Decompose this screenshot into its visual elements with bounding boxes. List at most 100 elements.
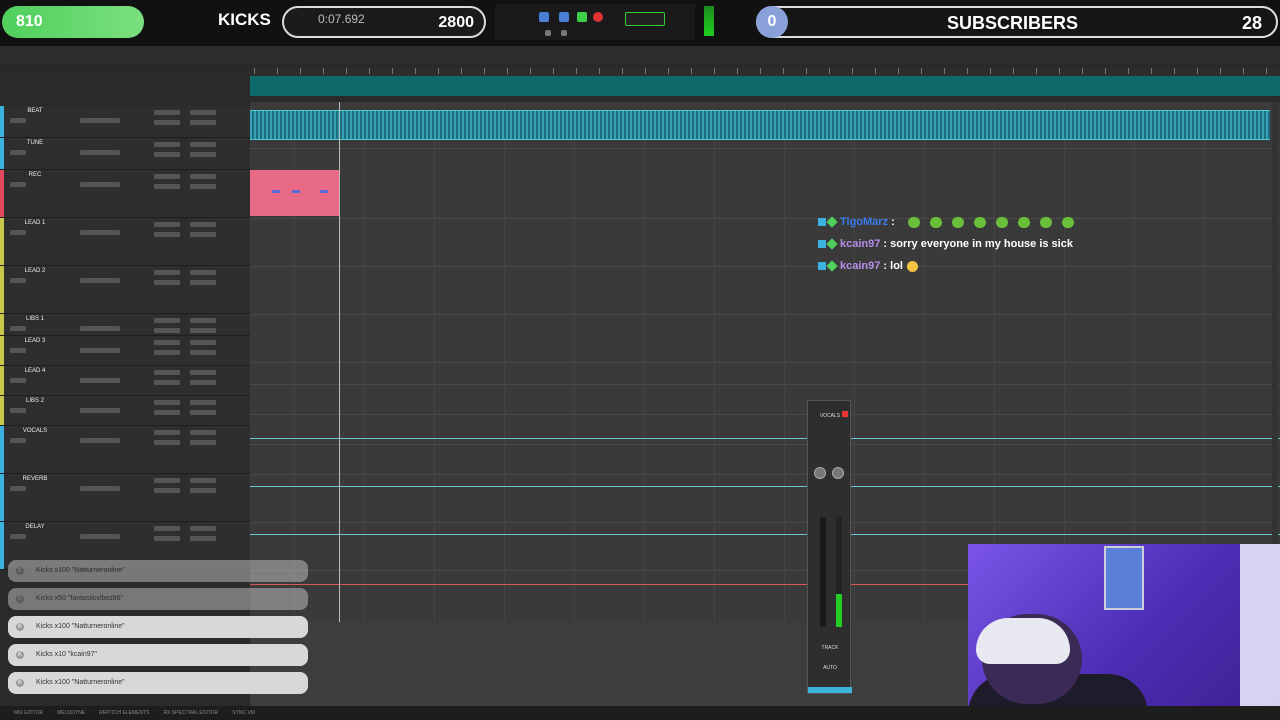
insert-slot[interactable] (10, 534, 26, 539)
insert-slot[interactable] (190, 222, 216, 227)
bottom-bar-item[interactable]: MIX EDITOR (14, 710, 43, 716)
insert-slot[interactable] (154, 340, 180, 345)
insert-slot[interactable] (154, 318, 180, 323)
insert-slot[interactable] (190, 174, 216, 179)
insert-slot[interactable] (190, 400, 216, 405)
loop-icon[interactable] (539, 12, 549, 22)
insert-slot[interactable] (80, 378, 120, 383)
insert-slot[interactable] (154, 280, 180, 285)
insert-slot[interactable] (10, 408, 26, 413)
insert-slot[interactable] (190, 410, 216, 415)
rec-audio-clip[interactable] (250, 170, 340, 216)
insert-slot[interactable] (190, 488, 216, 493)
insert-slot[interactable] (10, 438, 26, 443)
insert-slot[interactable] (80, 118, 120, 123)
stop-icon[interactable] (559, 12, 569, 22)
insert-slot[interactable] (154, 350, 180, 355)
insert-slot[interactable] (80, 278, 120, 283)
insert-slot[interactable] (190, 536, 216, 541)
insert-slot[interactable] (10, 378, 26, 383)
insert-slot[interactable] (190, 280, 216, 285)
floating-channel-strip[interactable]: VOCALS TRACK AUTO (807, 400, 852, 694)
insert-slot[interactable] (154, 328, 180, 333)
insert-slot[interactable] (154, 440, 180, 445)
insert-slot[interactable] (80, 486, 120, 491)
insert-slot[interactable] (190, 370, 216, 375)
track-header[interactable]: REVERB (0, 474, 250, 522)
track-header[interactable]: VOCALS (0, 426, 250, 474)
insert-slot[interactable] (154, 478, 180, 483)
track-name[interactable]: REVERB (10, 476, 60, 482)
insert-slot[interactable] (190, 526, 216, 531)
track-name[interactable]: LEAD 3 (10, 338, 60, 344)
record-icon[interactable] (593, 12, 603, 22)
track-header[interactable]: LEAD 3 (0, 336, 250, 366)
insert-slot[interactable] (190, 152, 216, 157)
track-header[interactable]: LIBS 1 (0, 314, 250, 336)
mixer-auto-label[interactable]: AUTO (808, 665, 852, 671)
beat-waveform-clip[interactable] (250, 110, 1270, 140)
insert-slot[interactable] (80, 348, 120, 353)
insert-slot[interactable] (190, 120, 216, 125)
insert-slot[interactable] (190, 478, 216, 483)
track-name[interactable]: DELAY (10, 524, 60, 530)
insert-slot[interactable] (190, 318, 216, 323)
insert-slot[interactable] (154, 174, 180, 179)
insert-slot[interactable] (154, 120, 180, 125)
track-name[interactable]: REC (10, 172, 60, 178)
insert-slot[interactable] (154, 526, 180, 531)
insert-slot[interactable] (154, 270, 180, 275)
insert-slot[interactable] (154, 430, 180, 435)
insert-slot[interactable] (190, 430, 216, 435)
track-name[interactable]: LEAD 4 (10, 368, 60, 374)
insert-slot[interactable] (190, 270, 216, 275)
insert-slot[interactable] (80, 150, 120, 155)
insert-slot[interactable] (154, 222, 180, 227)
input-knob-icon[interactable] (814, 467, 826, 479)
insert-slot[interactable] (10, 230, 26, 235)
track-name[interactable]: TUNE (10, 140, 60, 146)
track-name[interactable]: LEAD 1 (10, 220, 60, 226)
track-header[interactable]: LIBS 2 (0, 396, 250, 426)
insert-slot[interactable] (80, 438, 120, 443)
insert-slot[interactable] (10, 278, 26, 283)
insert-slot[interactable] (190, 328, 216, 333)
pan-knob-icon[interactable] (832, 467, 844, 479)
fast-forward-icon[interactable] (561, 30, 567, 36)
track-header[interactable]: TUNE (0, 138, 250, 170)
insert-slot[interactable] (190, 184, 216, 189)
insert-slot[interactable] (80, 408, 120, 413)
track-name[interactable]: BEAT (10, 108, 60, 114)
timeline-ruler[interactable] (250, 66, 1280, 102)
insert-slot[interactable] (154, 184, 180, 189)
insert-slot[interactable] (10, 348, 26, 353)
track-header[interactable]: LEAD 2 (0, 266, 250, 314)
volume-fader[interactable] (820, 517, 826, 627)
track-name[interactable]: VOCALS (10, 428, 60, 434)
insert-slot[interactable] (190, 340, 216, 345)
insert-slot[interactable] (190, 440, 216, 445)
insert-slot[interactable] (190, 350, 216, 355)
insert-slot[interactable] (190, 142, 216, 147)
track-header[interactable]: BEAT (0, 106, 250, 138)
insert-slot[interactable] (154, 488, 180, 493)
insert-slot[interactable] (10, 486, 26, 491)
track-header[interactable]: LEAD 1 (0, 218, 250, 266)
track-name[interactable]: LIBS 1 (10, 316, 60, 322)
track-header[interactable]: REC (0, 170, 250, 218)
insert-slot[interactable] (190, 232, 216, 237)
bottom-bar-item[interactable]: MELODYNE (57, 710, 85, 716)
insert-slot[interactable] (190, 110, 216, 115)
bottom-bar-item[interactable]: REPITCH ELEMENTS (99, 710, 149, 716)
insert-slot[interactable] (10, 150, 26, 155)
bottom-bar-item[interactable]: SYNC VM (232, 710, 255, 716)
insert-slot[interactable] (190, 380, 216, 385)
play-icon[interactable] (577, 12, 587, 22)
track-header[interactable]: LEAD 4 (0, 366, 250, 396)
rewind-icon[interactable] (545, 30, 551, 36)
insert-slot[interactable] (154, 370, 180, 375)
insert-slot[interactable] (154, 400, 180, 405)
track-name[interactable]: LIBS 2 (10, 398, 60, 404)
insert-slot[interactable] (80, 182, 120, 187)
insert-slot[interactable] (154, 380, 180, 385)
